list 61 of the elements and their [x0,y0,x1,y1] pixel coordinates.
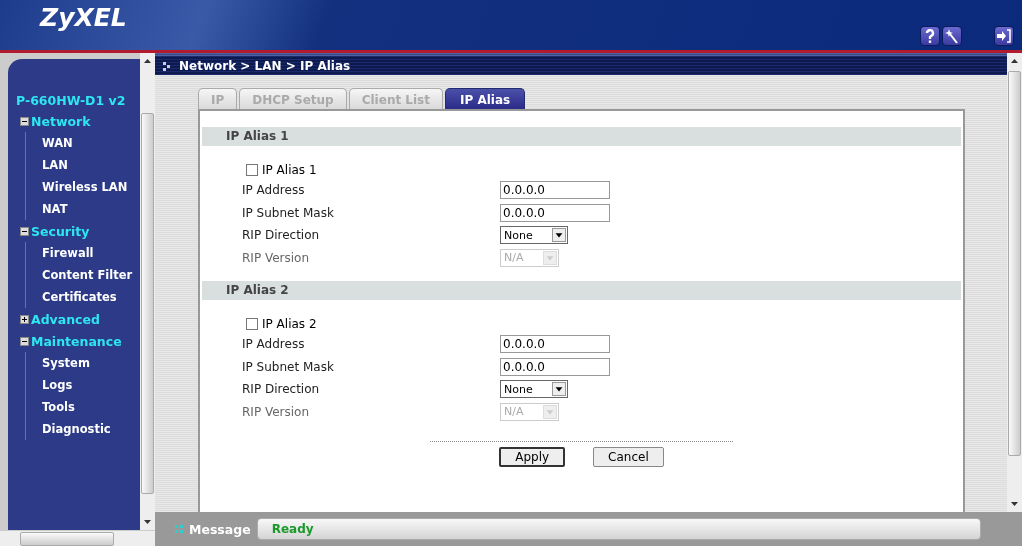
section-header: IP Alias 2 [202,281,961,300]
menu-item[interactable]: Firewall [42,246,94,260]
caret-icon [552,228,566,243]
menu-item[interactable]: WAN [42,136,73,150]
menu-item[interactable]: System [42,356,90,370]
text-field[interactable]: 0.0.0.0 [500,203,610,222]
text-field[interactable]: 0.0.0.0 [500,181,610,200]
menu-item[interactable]: Certificates [42,290,117,304]
field-label: RIP Direction [242,382,321,397]
collapse-icon[interactable] [20,226,29,236]
wizard-button[interactable] [942,26,962,46]
dots-icon [163,60,171,71]
section-header: IP Alias 1 [202,127,961,146]
menu-item[interactable]: Diagnostic [42,422,111,436]
collapse-icon[interactable] [20,116,29,126]
field-label: IP Address [242,337,306,352]
dots-icon [175,525,183,533]
menu-item[interactable]: Content Filter [42,268,133,282]
field-label: RIP Version [242,250,311,265]
text-field[interactable]: 0.0.0.0 [500,335,610,354]
menu-category[interactable]: Advanced [31,311,100,327]
caret-icon [543,250,557,265]
checkbox-label: IP Alias 1 [262,162,317,177]
checkbox[interactable] [246,317,258,330]
device-model: P-660HW-D1 v2 [16,93,127,108]
field-label: RIP Version [242,404,311,419]
menu-category[interactable]: Maintenance [31,333,122,349]
field-label: RIP Direction [242,228,321,243]
tab[interactable]: IP Alias [445,88,526,110]
text-field[interactable]: 0.0.0.0 [500,357,610,376]
checkbox[interactable] [246,163,258,176]
menu-category[interactable]: Security [31,223,90,239]
menu-category[interactable]: Network [31,113,91,129]
breadcrumb: Network > LAN > IP Alias [179,58,351,73]
menu-item[interactable]: Tools [42,400,75,414]
caret-icon [552,382,566,397]
menu-item[interactable]: Wireless LAN [42,180,128,194]
menu-item[interactable]: NAT [42,202,68,216]
logout-button[interactable] [994,26,1014,46]
dropdown[interactable]: None [500,380,568,399]
logout-icon [996,28,1012,44]
caret-icon [543,404,557,419]
horizontal-scrollbar[interactable] [0,530,155,546]
scrollbar[interactable] [1007,53,1022,512]
magic-wand-icon [944,28,960,44]
field-label: IP Subnet Mask [242,359,335,374]
scrollbar[interactable] [140,53,155,530]
status-label: Message [189,521,251,537]
field-label: IP Address [242,183,306,198]
zyxel-logo: ZyXEL [40,2,127,32]
action-button[interactable]: Apply [499,447,566,467]
dropdown[interactable]: None [500,226,568,245]
expand-icon[interactable] [20,314,29,324]
action-button[interactable]: Cancel [593,447,664,467]
field-label: IP Subnet Mask [242,205,335,220]
checkbox-label: IP Alias 2 [262,316,317,331]
help-button[interactable] [920,26,940,46]
menu-item[interactable]: LAN [42,158,68,172]
menu-item[interactable]: Logs [42,378,73,392]
status-message: Ready [256,518,981,540]
collapse-icon[interactable] [20,336,29,346]
